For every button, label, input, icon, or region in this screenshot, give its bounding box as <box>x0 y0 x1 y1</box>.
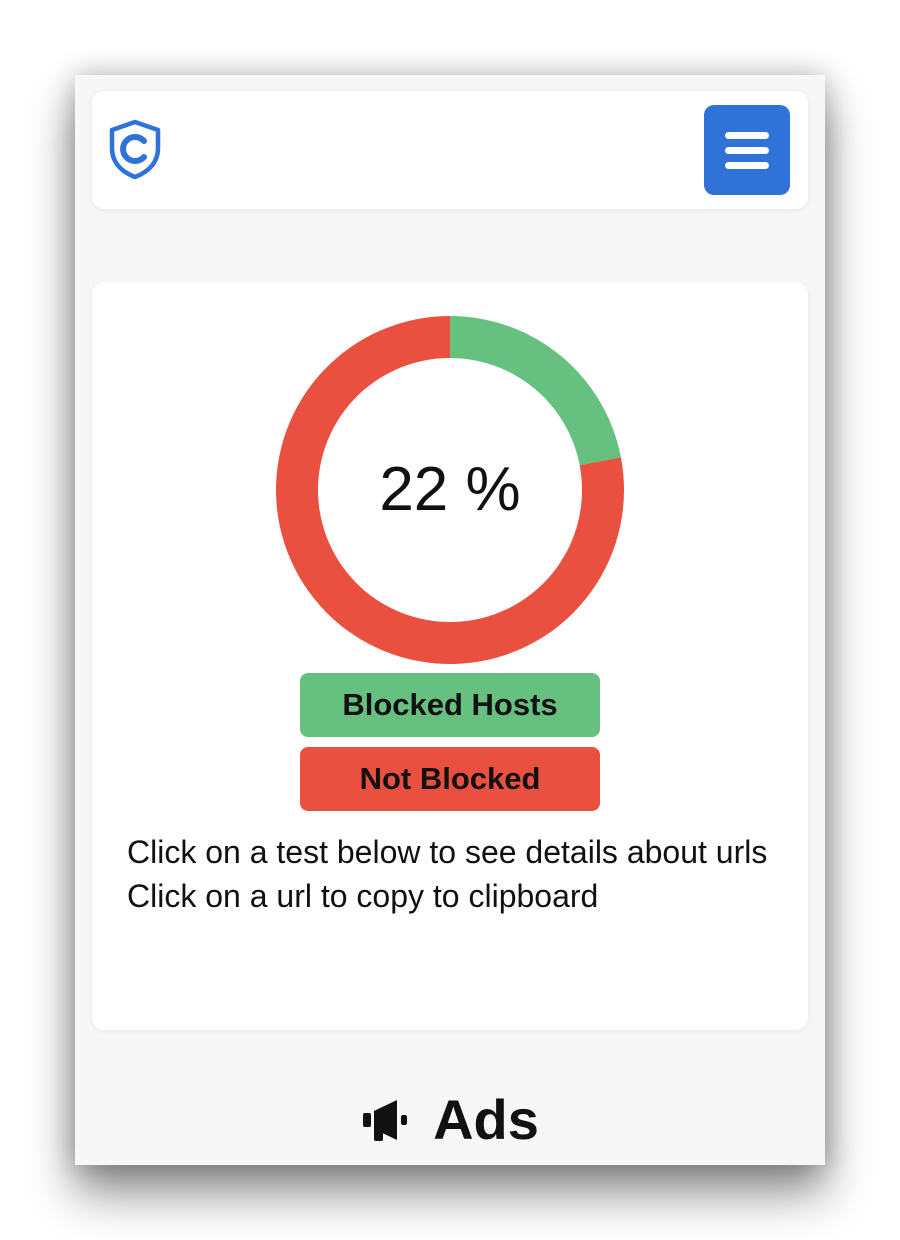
hamburger-menu-icon <box>725 132 769 139</box>
megaphone-icon <box>363 1100 408 1141</box>
shield-logo-icon[interactable] <box>108 119 162 179</box>
app-viewport: 22 % Blocked Hosts Not Blocked Click on … <box>75 75 825 1165</box>
instructions-text: Click on a test below to see details abo… <box>127 830 787 918</box>
instruction-line: Click on a url to copy to clipboard <box>127 878 599 914</box>
instruction-line: Click on a test below to see details abo… <box>127 834 768 870</box>
hamburger-bar <box>725 147 769 154</box>
percentage-label: 22 % <box>379 455 521 524</box>
results-card: 22 % Blocked Hosts Not Blocked Click on … <box>92 282 808 1030</box>
donut-chart: 22 % <box>274 314 626 666</box>
section-title: Ads <box>433 1088 539 1151</box>
section-heading-ads[interactable]: Ads <box>75 1087 825 1153</box>
hamburger-bar <box>725 162 769 169</box>
blocked-hosts-legend-button[interactable]: Blocked Hosts <box>300 673 600 737</box>
menu-toggle-button[interactable] <box>704 105 790 195</box>
not-blocked-legend-button[interactable]: Not Blocked <box>300 747 600 811</box>
top-navbar <box>92 91 808 209</box>
